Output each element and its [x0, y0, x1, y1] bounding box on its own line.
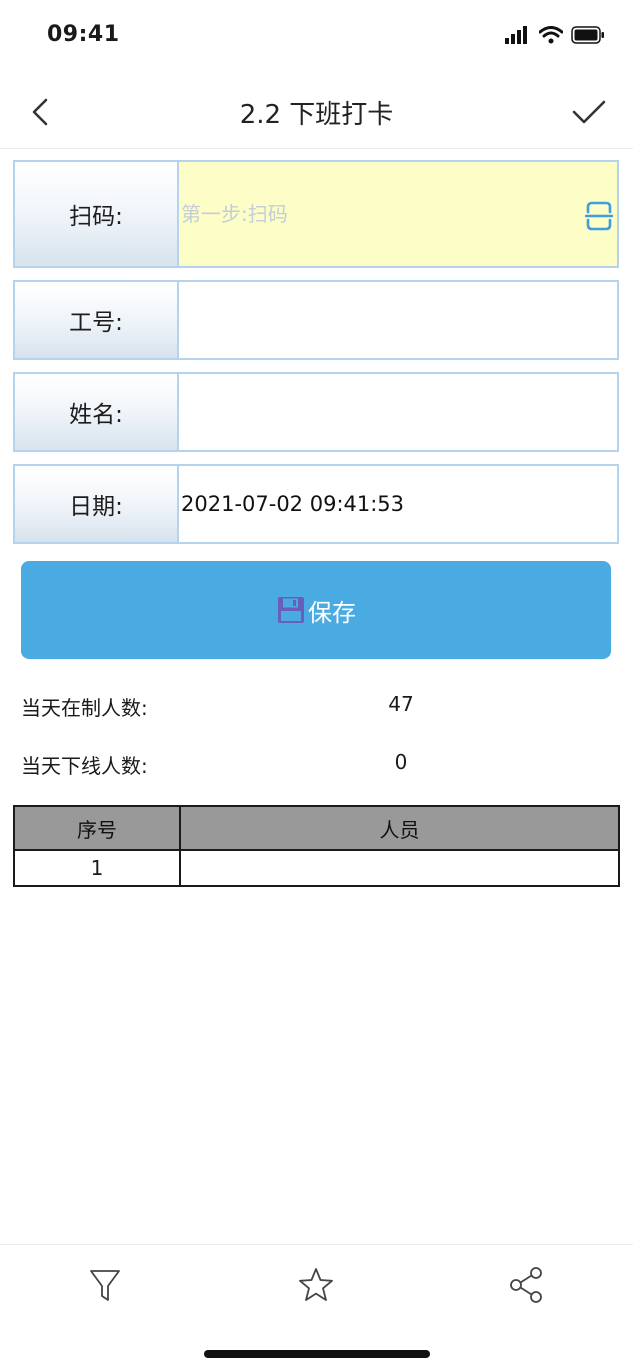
- personnel-table: 序号 人员 1: [13, 805, 620, 887]
- table-row[interactable]: 1: [13, 849, 620, 887]
- employee-no-row: 工号:: [13, 280, 619, 360]
- save-button-label: 保存: [308, 598, 356, 627]
- star-icon[interactable]: [296, 1265, 336, 1305]
- table-header-row: 序号 人员: [13, 805, 620, 851]
- battery-icon: [571, 26, 604, 44]
- on-duty-stat: 当天在制人数: 47: [21, 692, 621, 722]
- date-label: 日期:: [15, 466, 179, 542]
- table-cell-person: [179, 849, 620, 887]
- wifi-icon: [539, 26, 563, 44]
- scan-row: 扫码:: [13, 160, 619, 268]
- home-indicator[interactable]: [204, 1350, 430, 1358]
- scan-icon[interactable]: [585, 200, 613, 232]
- page-title: 2.2 下班打卡: [239, 100, 394, 130]
- share-icon[interactable]: [507, 1265, 547, 1305]
- employee-no-field[interactable]: [179, 282, 617, 358]
- nav-bar: 2.2 下班打卡: [0, 78, 633, 149]
- off-line-stat: 当天下线人数: 0: [21, 750, 621, 780]
- date-row: 日期: 2021-07-02 09:41:53: [13, 464, 619, 544]
- name-row: 姓名:: [13, 372, 619, 452]
- name-label: 姓名:: [15, 374, 179, 450]
- checkmark-icon[interactable]: [569, 94, 609, 130]
- table-header-person: 人员: [179, 805, 620, 851]
- filter-icon[interactable]: [86, 1265, 126, 1305]
- scan-field-container: [179, 162, 617, 266]
- on-duty-label: 当天在制人数:: [21, 696, 148, 720]
- off-line-label: 当天下线人数:: [21, 754, 148, 778]
- name-field[interactable]: [179, 374, 617, 450]
- table-cell-seq: 1: [13, 849, 181, 887]
- on-duty-value: 47: [388, 692, 414, 716]
- save-button[interactable]: 保存: [21, 561, 611, 659]
- floppy-disk-icon: [278, 597, 304, 623]
- cellular-signal-icon: [505, 26, 527, 44]
- table-header-seq: 序号: [13, 805, 181, 851]
- scan-input[interactable]: [181, 202, 561, 226]
- status-time: 09:41: [47, 22, 120, 47]
- screen: 09:41 2.2 下班打卡 扫码: 第一步:扫码 工号: 姓名: 日期: 20…: [0, 0, 633, 1370]
- employee-no-label: 工号:: [15, 282, 179, 358]
- date-field[interactable]: 2021-07-02 09:41:53: [179, 466, 617, 542]
- status-bar: 09:41: [0, 0, 633, 78]
- scan-label: 扫码:: [15, 162, 179, 266]
- status-icons: [505, 26, 605, 44]
- off-line-value: 0: [394, 750, 408, 774]
